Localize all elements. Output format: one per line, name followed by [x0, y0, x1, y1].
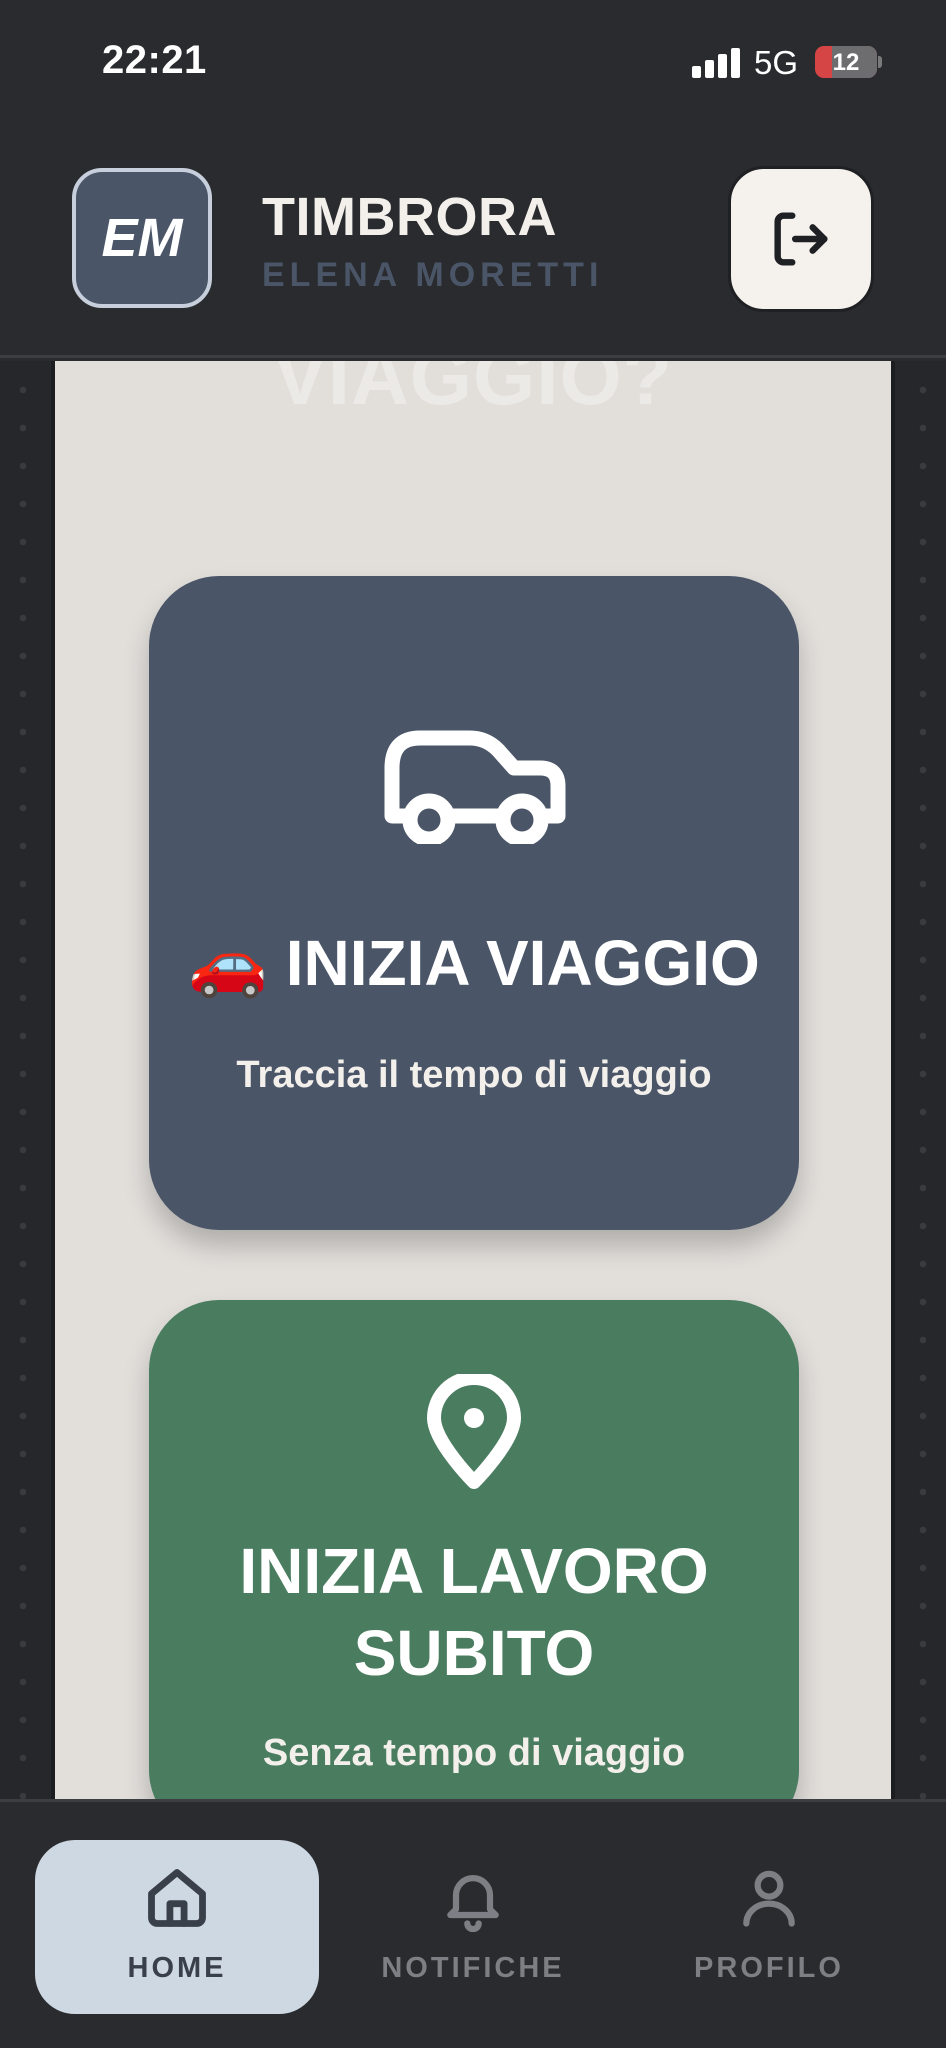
user-name: ELENA MORETTI: [262, 256, 604, 294]
main-content: VIAGGIO? 🚗 INIZIA VIAGGIO Traccia il tem…: [0, 361, 946, 1799]
start-work-button[interactable]: INIZIA LAVORO SUBITO Senza tempo di viag…: [149, 1300, 799, 1799]
signal-icon: [692, 48, 740, 78]
start-work-title-line2: SUBITO: [353, 1617, 595, 1689]
decorative-pattern: [0, 361, 46, 1799]
logout-icon: [774, 212, 828, 266]
scroll-panel[interactable]: VIAGGIO? 🚗 INIZIA VIAGGIO Traccia il tem…: [51, 361, 895, 1799]
start-travel-button[interactable]: 🚗 INIZIA VIAGGIO Traccia il tempo di via…: [149, 576, 799, 1230]
start-work-subtitle: Senza tempo di viaggio: [262, 1732, 686, 1774]
section-heading: VIAGGIO?: [273, 361, 673, 421]
decorative-pattern: [900, 361, 946, 1799]
status-bar: 22:21 5G 12: [0, 0, 946, 120]
home-icon: [148, 1869, 206, 1927]
start-work-title-line1: INIZIA LAVORO: [239, 1535, 709, 1607]
car-icon: [384, 730, 566, 844]
status-time: 22:21: [102, 38, 207, 82]
nav-item-notifiche[interactable]: NOTIFICHE: [331, 1840, 615, 2014]
bottom-nav: HOME NOTIFICHE PROFILO: [0, 1799, 946, 2048]
logout-button[interactable]: [728, 166, 874, 312]
user-icon: [743, 1870, 795, 1927]
app-header: EM TIMBRORA ELENA MORETTI: [0, 120, 946, 358]
map-pin-icon: [427, 1374, 521, 1489]
nav-item-home[interactable]: HOME: [35, 1840, 319, 2014]
app-title: TIMBRORA: [262, 187, 557, 247]
start-travel-title: 🚗 INIZIA VIAGGIO: [188, 927, 760, 999]
nav-label-home: HOME: [127, 1952, 227, 1984]
network-label: 5G: [754, 44, 799, 81]
bell-icon: [447, 1875, 499, 1932]
avatar[interactable]: EM: [72, 168, 212, 308]
nav-label-profilo: PROFILO: [694, 1952, 844, 1984]
nav-item-profilo[interactable]: PROFILO: [627, 1840, 911, 2014]
battery-percent: 12: [832, 49, 860, 76]
nav-label-notifiche: NOTIFICHE: [381, 1952, 565, 1984]
start-travel-subtitle: Traccia il tempo di viaggio: [236, 1054, 712, 1096]
